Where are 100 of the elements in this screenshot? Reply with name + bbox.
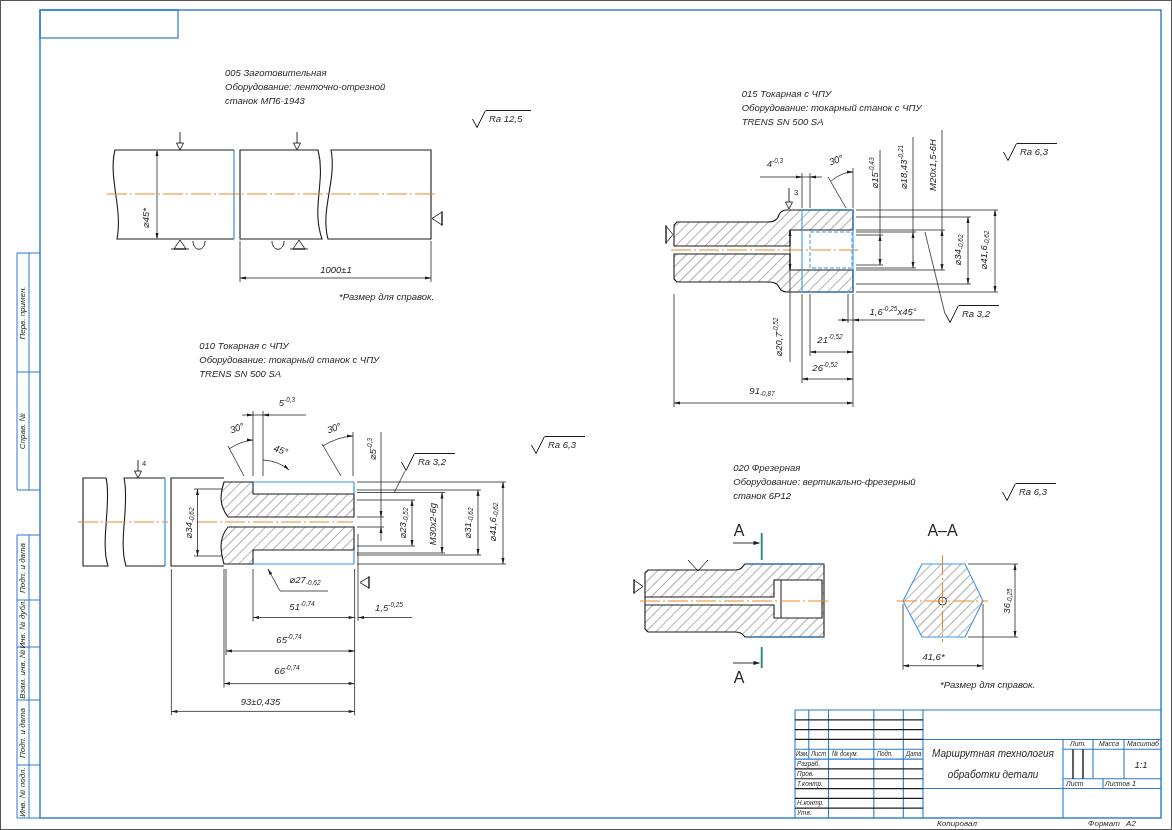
roughness-sign-icon	[1003, 143, 1017, 161]
format-label: Формат	[1088, 819, 1120, 829]
triangle-mark-icon	[431, 210, 443, 227]
strip-label: Инв. № дубл.	[18, 598, 28, 649]
angle-dimension	[262, 459, 290, 471]
strip-label: Инв. № подл.	[18, 766, 28, 817]
arc-mark-icon	[192, 240, 206, 250]
dimension-label: 1,5$^{-0,25}$	[375, 602, 403, 614]
column-header: Дата	[905, 750, 922, 759]
equipment-line: Оборудование: токарный станок с ЧПУ	[741, 101, 922, 115]
section-letter: А	[733, 521, 745, 541]
dimension-label: 4$^{-0,3}$	[766, 158, 784, 170]
note-text: *Размер для справок.	[940, 679, 1036, 691]
roughness-sign-icon	[531, 436, 545, 454]
dimension-label: M20x1,5-6H	[927, 139, 939, 191]
dimension-line	[759, 172, 823, 209]
equipment-line: Оборудование: токарный станок с ЧПУ	[199, 353, 380, 367]
dimension-label: 93±0,435	[240, 696, 281, 708]
column-header: Изм.	[796, 750, 809, 759]
sheets-label: Листов	[1105, 779, 1130, 788]
role-label: Утв.	[796, 808, 812, 818]
dimension-label: 91$_{-0,87}$	[749, 385, 775, 397]
dimension-label: 1000±1	[320, 264, 352, 276]
roughness-label: Ra 3,2	[415, 453, 455, 468]
sheets-count: 1	[1131, 779, 1137, 788]
equipment-line: Оборудование: ленточно-отрезной	[225, 80, 386, 94]
role-label: Пров.	[796, 769, 814, 778]
down-arrow-icon	[176, 131, 184, 151]
dimension-label: ⌀27$_{-0,62}$	[289, 574, 321, 586]
format-value: А2	[1126, 819, 1136, 829]
column-header: Лист	[810, 750, 827, 759]
dimension-label: ⌀45*	[140, 207, 152, 228]
roughness-sign-icon	[1002, 483, 1016, 501]
down-arrow-icon	[293, 131, 301, 151]
roughness-label: Ra 6,3	[545, 436, 585, 451]
role-label: Разраб.	[796, 759, 820, 769]
dimension-label: 30°	[827, 152, 845, 168]
leader-line	[267, 568, 329, 592]
dimension-label: 51$^{-0,74}$	[289, 601, 315, 613]
strip-label: Справ. №	[18, 412, 28, 450]
dimension-label: 30°	[228, 420, 246, 436]
dimension-label: 45°	[272, 442, 290, 458]
dimension-label: 21$^{-0,52}$	[817, 334, 843, 346]
copied-label: Копировал	[937, 819, 977, 829]
cell-header: Масса	[1098, 740, 1119, 749]
operation-title: 005 Заготовительная	[225, 66, 327, 80]
dimension-label: 26$^{-0,52}$	[812, 362, 838, 374]
roughness-label: Ra 12,5	[486, 110, 532, 125]
drawing-title: Маршрутная технология обработки детали	[931, 747, 1055, 782]
strip-label: Подп. и дата	[18, 542, 28, 593]
role-label: Н.контр.	[796, 799, 824, 808]
roughness-sign-icon	[401, 453, 415, 471]
section-letter: А	[733, 668, 745, 688]
section-title: А–А	[927, 521, 958, 541]
strip-label: Перв. примен.	[18, 285, 28, 340]
dimension-label: 66$^{-0,74}$	[274, 665, 300, 677]
v-mark-icon	[687, 559, 709, 572]
dimension-line	[241, 410, 307, 477]
roughness-sign-icon	[472, 110, 486, 128]
down-arrow-icon	[134, 459, 142, 479]
triangle-mark-icon	[665, 224, 674, 245]
strip-label: Подп. и дата	[18, 707, 28, 758]
sheet-label: Лист	[1066, 779, 1084, 788]
cell-header: Лит.	[1070, 740, 1086, 749]
leader-line	[393, 470, 406, 494]
roughness-label: Ra 3,2	[959, 305, 999, 320]
strip-label: Взам. инв. №	[18, 648, 28, 699]
dimension-label: 65$^{-0,74}$	[276, 634, 302, 646]
roughness-label: Ra 6,3	[1016, 483, 1056, 498]
angle-dimension	[321, 431, 354, 477]
triangle-mark-icon	[359, 575, 370, 590]
roughness-sign-icon	[945, 305, 959, 323]
column-header: № докум.	[831, 750, 858, 759]
equipment-line: TRENS SN 500 SA	[741, 115, 824, 129]
column-header: Подп.	[877, 750, 893, 759]
dimension-label: M30x2-6g	[427, 502, 439, 546]
angle-dimension	[827, 167, 854, 209]
operation-title: 020 Фрезерная	[733, 461, 801, 475]
arc-mark-icon	[271, 240, 285, 250]
equipment-line: TRENS SN 500 SA	[199, 367, 282, 381]
scale-value: 1:1	[1134, 759, 1148, 771]
down-arrow-icon	[785, 187, 793, 210]
dimension-label: 41,6*	[922, 651, 945, 663]
equipment-line: Оборудование: вертикально-фрезерный	[733, 475, 916, 489]
dimension-label: 1,6$^{-0,25}$x45°	[869, 306, 917, 318]
support-triangle-icon	[170, 239, 190, 250]
section-line	[732, 646, 763, 669]
equipment-line: станок МП6-1943	[225, 94, 305, 108]
equipment-line: станок 6Р12	[733, 489, 791, 503]
angle-dimension	[227, 438, 254, 477]
note-text: *Размер для справок.	[339, 291, 435, 303]
dimension-line	[193, 488, 223, 557]
dimension-label: 5$^{-0,3}$	[278, 397, 296, 409]
triangle-mark-icon	[633, 578, 644, 595]
dimension-label: 30°	[325, 420, 343, 436]
operation-title: 010 Токарная с ЧПУ	[199, 339, 289, 353]
operation-title: 015 Токарная с ЧПУ	[741, 87, 831, 101]
role-label: Т.контр.	[796, 779, 823, 788]
support-triangle-icon	[289, 239, 309, 250]
cell-header: Масштаб	[1126, 740, 1159, 749]
